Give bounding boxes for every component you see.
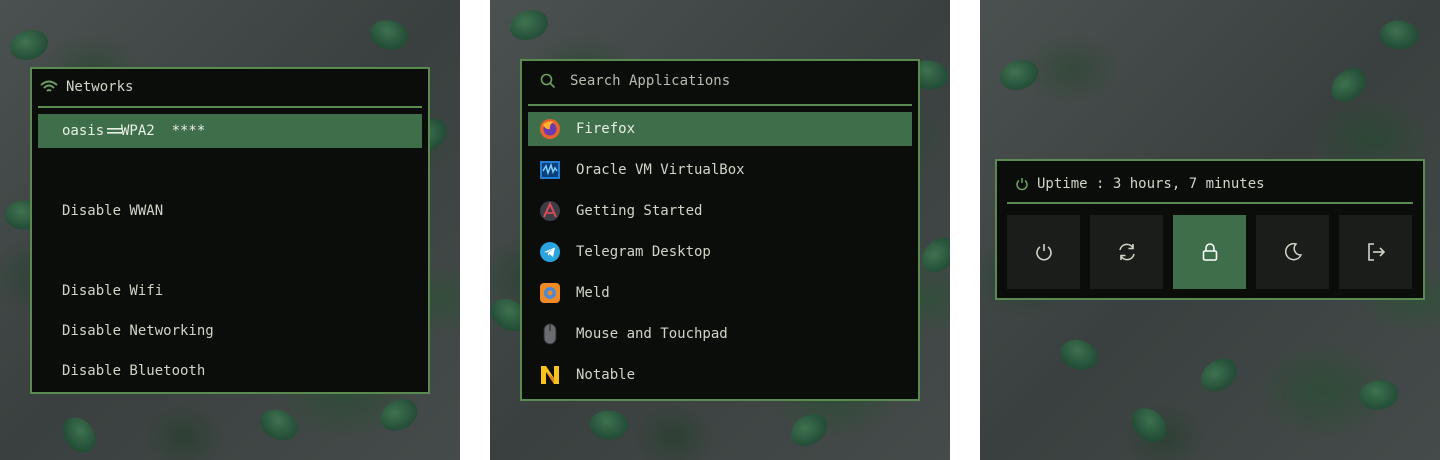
network-item-oasis[interactable]: oasis WPA2 **** <box>38 114 422 148</box>
network-item-label: oasis WPA2 **** <box>62 123 206 139</box>
wallpaper-panel-power: Uptime : 3 hours, 7 minutes <box>980 0 1440 460</box>
network-item-disable-wwan[interactable]: Disable WWAN <box>38 194 422 228</box>
app-label: Meld <box>576 285 610 301</box>
logout-button[interactable] <box>1339 215 1412 289</box>
firefox-icon <box>538 118 562 140</box>
networks-divider <box>38 106 422 108</box>
app-item-meld[interactable]: Meld <box>528 276 912 310</box>
reboot-icon <box>1116 242 1138 262</box>
connected-marker-icon <box>38 107 123 155</box>
search-icon <box>540 73 556 89</box>
network-item-label: Disable Wifi <box>62 283 164 299</box>
app-label: Oracle VM VirtualBox <box>576 162 745 178</box>
app-label: Notable <box>576 367 636 383</box>
power-icon <box>1034 242 1054 262</box>
app-label: Telegram Desktop <box>576 244 711 260</box>
app-label: Firefox <box>576 121 636 137</box>
app-item-firefox[interactable]: Firefox <box>528 112 912 146</box>
telegram-icon <box>538 241 562 263</box>
app-item-mouse-touchpad[interactable]: Mouse and Touchpad <box>528 317 912 351</box>
wifi-icon <box>40 80 58 94</box>
network-item-disable-wifi[interactable]: Disable Wifi <box>38 274 422 308</box>
launcher-window: Search Applications Firefox Oracle VM Vi… <box>520 59 920 401</box>
lock-button[interactable] <box>1173 215 1246 289</box>
app-label: Getting Started <box>576 203 703 219</box>
search-input[interactable]: Search Applications <box>570 73 730 89</box>
sleep-button[interactable] <box>1256 215 1329 289</box>
notable-icon <box>538 364 562 386</box>
wallpaper-panel-networks: Networks oasis WPA2 **** Disable WWAN Di… <box>0 0 460 460</box>
sleep-icon <box>1283 242 1303 262</box>
app-item-notable[interactable]: Notable <box>528 358 912 392</box>
network-item-disable-networking[interactable]: Disable Networking <box>38 314 422 348</box>
app-label: Mouse and Touchpad <box>576 326 728 342</box>
app-item-telegram[interactable]: Telegram Desktop <box>528 235 912 269</box>
app-item-getting-started[interactable]: Getting Started <box>528 194 912 228</box>
uptime-text: Uptime : 3 hours, 7 minutes <box>1037 176 1265 192</box>
networks-window: Networks oasis WPA2 **** Disable WWAN Di… <box>30 67 430 394</box>
virtualbox-icon <box>538 159 562 181</box>
power-button[interactable] <box>1007 215 1080 289</box>
power-window: Uptime : 3 hours, 7 minutes <box>995 159 1425 300</box>
network-item-label: Disable Networking <box>62 323 214 339</box>
app-item-virtualbox[interactable]: Oracle VM VirtualBox <box>528 153 912 187</box>
power-status-icon <box>1015 177 1029 191</box>
meld-icon <box>538 282 562 304</box>
network-item-disable-bluetooth[interactable]: Disable Bluetooth <box>38 354 422 388</box>
getting-started-icon <box>538 200 562 222</box>
logout-icon <box>1366 242 1386 262</box>
lock-icon <box>1200 242 1220 262</box>
network-item-label: Disable Bluetooth <box>62 363 206 379</box>
networks-title: Networks <box>66 79 134 95</box>
mouse-icon <box>538 323 562 345</box>
search-bar[interactable]: Search Applications <box>540 73 730 89</box>
power-divider <box>1007 202 1413 204</box>
launcher-divider <box>528 104 912 106</box>
reboot-button[interactable] <box>1090 215 1163 289</box>
wallpaper-panel-launcher: Search Applications Firefox Oracle VM Vi… <box>490 0 950 460</box>
network-item-label: Disable WWAN <box>62 203 164 219</box>
